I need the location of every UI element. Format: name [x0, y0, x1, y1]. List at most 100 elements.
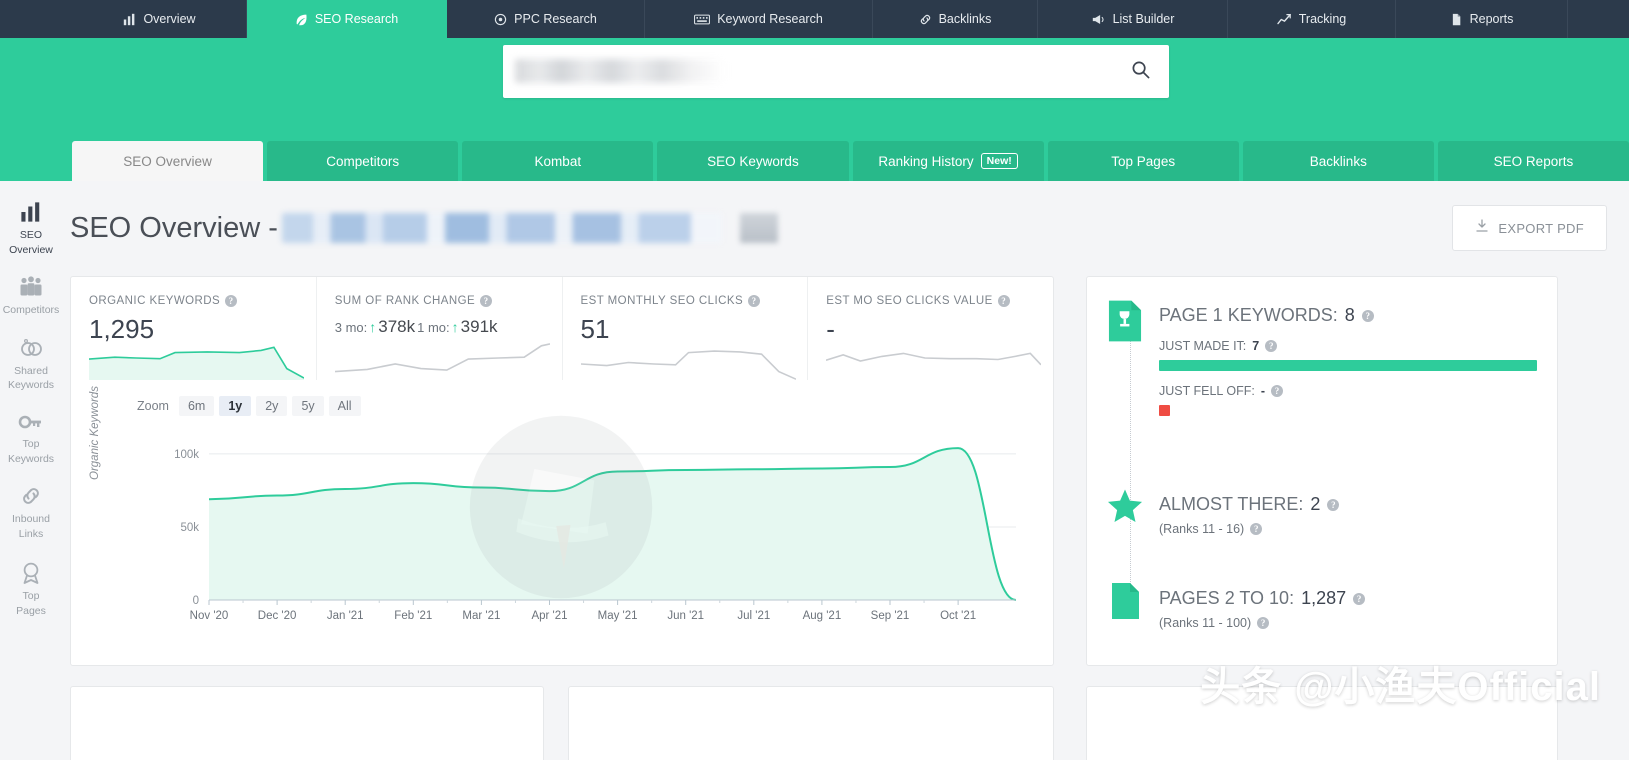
question-icon[interactable]: ? [1257, 617, 1270, 629]
subtab-top-pages[interactable]: Top Pages [1047, 141, 1239, 181]
kpi-sum-of-rank-change: SUM OF RANK CHANGE? 3 mo: ↑ 378k 1 mo: ↑ 391k [317, 277, 563, 380]
keyword-sub-0: JUST MADE IT: 7? [1159, 339, 1537, 353]
topnav-item-label: Keyword Research [717, 12, 823, 26]
question-icon[interactable]: ? [1265, 340, 1278, 352]
subtab-label: SEO Reports [1493, 153, 1574, 169]
pdf-icon [1475, 219, 1489, 237]
rank-3mo-value: 378k [378, 317, 416, 336]
svg-text:Aug '21: Aug '21 [803, 610, 842, 622]
keyword-block-title: ALMOST THERE: 2? [1159, 494, 1537, 515]
keyword-block-almost-there: ALMOST THERE: 2? (Ranks 11 - 16)? [1107, 488, 1537, 536]
question-icon[interactable]: ? [1271, 385, 1284, 397]
topnav-item-overview[interactable]: Overview [73, 0, 247, 38]
keyword-distribution-inner: PAGE 1 KEYWORDS: 8? JUST MADE IT: 7? JUST FE… [1087, 277, 1557, 665]
subtab-seo-overview[interactable]: SEO Overview [72, 141, 264, 181]
keyword-block-title: PAGE 1 KEYWORDS: 8? [1159, 305, 1537, 326]
subtab-backlinks[interactable]: Backlinks [1242, 141, 1434, 181]
topnav-item-list-builder[interactable]: List Builder [1038, 0, 1228, 38]
kpi-label: ORGANIC KEYWORDS? [89, 295, 316, 307]
subtab-kombat[interactable]: Kombat [462, 141, 654, 181]
question-icon[interactable]: ? [997, 295, 1010, 307]
keyword-block-title-value: 2 [1310, 494, 1321, 514]
topnav-item-keyword-research[interactable]: Keyword Research [645, 0, 873, 38]
topnav-item-label: SEO Research [314, 12, 399, 26]
subtab-seo-reports[interactable]: SEO Reports [1437, 141, 1629, 181]
people-icon [18, 276, 44, 302]
question-icon[interactable]: ? [1353, 592, 1366, 605]
keyword-block-pages-2-to-10: PAGES 2 TO 10: 1,287? (Ranks 11 - 100)? [1107, 582, 1537, 630]
export-pdf-button[interactable]: EXPORT PDF [1452, 205, 1607, 251]
search-button[interactable] [1111, 45, 1169, 98]
keyword-block-range: (Ranks 11 - 100)? [1159, 616, 1537, 630]
topnav-item-label: Reports [1469, 12, 1514, 26]
subtab-label: SEO Overview [123, 153, 212, 169]
sidebar-item-top-keywords[interactable]: Top Keywords [0, 402, 62, 475]
award-icon [18, 561, 44, 589]
zoom-label: Zoom [137, 399, 169, 413]
keyword-block-page-1-keywords: PAGE 1 KEYWORDS: 8? JUST MADE IT: 7? JUST FE… [1107, 299, 1537, 416]
subtab-competitors[interactable]: Competitors [267, 141, 459, 181]
keyword-sub-bar-track [1159, 405, 1537, 416]
search-redacted-text [515, 59, 725, 83]
subtab-label: Top Pages [1111, 153, 1176, 169]
page-icon [1107, 582, 1143, 630]
bar-chart-icon [123, 13, 136, 26]
keyword-block-title-label: PAGES 2 TO 10: [1159, 588, 1295, 608]
main-content: SEO Overview Competitors Shared Keywords Top K… [0, 181, 1629, 760]
sidebar-item-inbound-links[interactable]: Inbound Links [0, 475, 62, 550]
question-icon[interactable]: ? [1327, 498, 1340, 511]
zoom-option-2y[interactable]: 2y [256, 396, 288, 416]
bottom-card-right [1086, 686, 1558, 760]
keyword-block-title: PAGES 2 TO 10: 1,287? [1159, 588, 1537, 609]
page-title-text: SEO Overview - [70, 211, 278, 244]
zoom-option-All[interactable]: All [328, 396, 361, 416]
subtab-seo-keywords[interactable]: SEO Keywords [657, 141, 849, 181]
keyword-block-body: PAGE 1 KEYWORDS: 8? JUST MADE IT: 7? JUST FE… [1159, 299, 1537, 416]
rank-1mo-value: 391k [460, 317, 498, 336]
topnav-item-tracking[interactable]: Tracking [1228, 0, 1396, 38]
leaf-icon [295, 13, 308, 26]
question-icon[interactable]: ? [225, 295, 238, 307]
svg-text:May '21: May '21 [598, 610, 638, 622]
topnav-item-ppc-research[interactable]: PPC Research [447, 0, 645, 38]
kpi-label: EST MO SEO CLICKS VALUE? [826, 295, 1053, 307]
export-pdf-label: EXPORT PDF [1498, 220, 1584, 236]
sidebar-item-top-pages[interactable]: Top Pages [0, 551, 62, 628]
sidebar-item-label-2: Links [18, 527, 44, 540]
sidebar-item-label: Shared [14, 364, 48, 377]
star-icon [1107, 488, 1143, 536]
rank-3mo-label: 3 mo: [334, 320, 368, 335]
page-title: SEO Overview - [70, 212, 778, 245]
topnav-item-backlinks[interactable]: Backlinks [873, 0, 1038, 38]
question-icon[interactable]: ? [1361, 309, 1374, 322]
keyword-block-title-value: 1,287 [1301, 588, 1347, 608]
chart-zoom-controls: Zoom 6m 1y 2y 5y All [71, 380, 1053, 416]
sidebar-item-shared-keywords[interactable]: Shared Keywords [0, 327, 62, 402]
sidebar-item-competitors[interactable]: Competitors [0, 266, 62, 327]
search-bar[interactable] [503, 45, 1169, 98]
question-icon[interactable]: ? [480, 295, 493, 307]
zoom-option-5y[interactable]: 5y [292, 396, 324, 416]
topnav-item-label: Overview [143, 12, 196, 26]
redacted-badge [739, 213, 778, 243]
zoom-option-1y[interactable]: 1y [219, 396, 252, 416]
kpi-value: 1,295 [89, 314, 155, 344]
kpi-row: ORGANIC KEYWORDS? 1,295 SUM OF RANK CHANG… [71, 277, 1053, 380]
question-icon[interactable]: ? [1250, 523, 1263, 535]
topnav-item-reports[interactable]: Reports [1396, 0, 1568, 38]
question-icon[interactable]: ? [748, 295, 761, 307]
bar-chart-icon [20, 201, 42, 227]
bottom-card-left [70, 686, 544, 760]
subtab-ranking-history[interactable]: Ranking History New! [852, 141, 1044, 181]
line-chart-icon [1277, 13, 1292, 26]
keyword-block-title-value: 8 [1344, 305, 1355, 325]
new-badge: New! [980, 152, 1018, 170]
document-icon [1450, 13, 1463, 26]
zoom-option-6m[interactable]: 6m [178, 396, 215, 416]
sidebar-item-label-2: Keywords [7, 452, 55, 465]
sidebar-item-seo-overview[interactable]: SEO Overview [0, 191, 62, 266]
topnav-item-seo-research[interactable]: SEO Research [247, 0, 447, 38]
svg-text:Mar '21: Mar '21 [462, 610, 500, 622]
kpi-sparkline [826, 352, 1042, 366]
svg-text:Jun '21: Jun '21 [667, 610, 704, 622]
